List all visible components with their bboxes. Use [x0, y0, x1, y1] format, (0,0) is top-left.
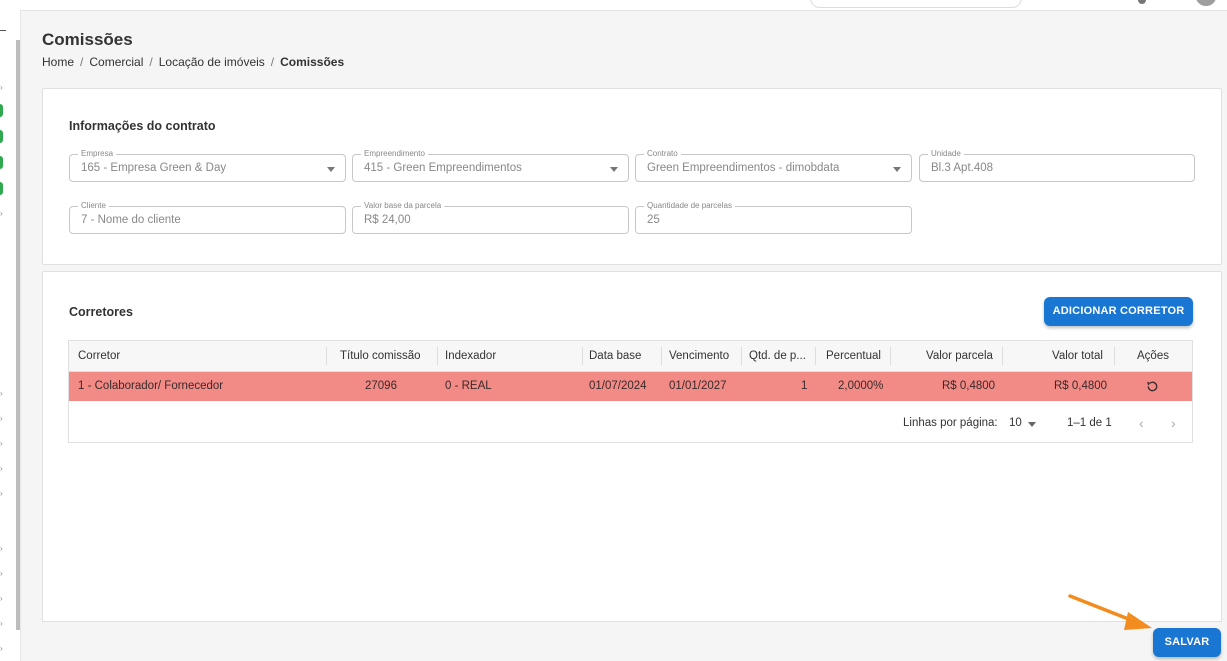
cell-indexador: 0 - REAL	[445, 380, 492, 392]
chevron-right-icon[interactable]: ›	[0, 570, 3, 578]
status-dot-icon	[0, 130, 3, 143]
valor-base-value: R$ 24,00	[364, 214, 411, 226]
contrato-value: Green Empreendimentos - dimobdata	[647, 162, 840, 174]
empresa-select[interactable]: Empresa 165 - Empresa Green & Day	[69, 148, 346, 182]
col-corretor[interactable]: Corretor	[78, 341, 120, 371]
unidade-field[interactable]: Unidade Bl.3 Apt.408	[919, 148, 1195, 182]
chevron-right-icon[interactable]: ›	[0, 645, 3, 653]
contrato-label: Contrato	[644, 148, 681, 160]
empresa-value: 165 - Empresa Green & Day	[81, 162, 227, 174]
contrato-select[interactable]: Contrato Green Empreendimentos - dimobda…	[635, 148, 912, 182]
brokers-table: Corretor Título comissão Indexador Data …	[68, 340, 1193, 443]
cliente-label: Cliente	[78, 200, 109, 212]
brokers-section-title: Corretores	[69, 305, 133, 319]
col-indexador[interactable]: Indexador	[445, 341, 496, 371]
empreendimento-label: Empreendimento	[361, 148, 428, 160]
chevron-right-icon[interactable]: ›	[0, 490, 3, 498]
breadcrumb-current: Comissões	[280, 55, 345, 69]
col-titulo-comissao[interactable]: Título comissão	[340, 341, 421, 371]
cell-percentual: 2,0000%	[838, 380, 884, 392]
chevron-down-icon[interactable]	[893, 167, 901, 172]
cell-vencimento: 01/01/2027	[669, 380, 727, 392]
quantidade-parcelas-field[interactable]: Quantidade de parcelas 25	[635, 200, 912, 234]
cell-titulo: 27096	[365, 380, 397, 392]
contract-info-card: Informações do contrato Empresa 165 - Em…	[42, 88, 1222, 265]
cliente-field[interactable]: Cliente 7 - Nome do cliente	[69, 200, 346, 234]
cliente-value: 7 - Nome do cliente	[81, 214, 181, 226]
chevron-right-icon[interactable]: ›	[0, 545, 3, 553]
valor-base-label: Valor base da parcela	[361, 200, 445, 212]
rows-per-page-select[interactable]: 10	[1009, 417, 1022, 429]
cell-valor-parcela: R$ 0,4800	[942, 380, 996, 392]
status-dot-icon	[0, 182, 3, 195]
chevron-right-icon[interactable]: ›	[0, 390, 3, 398]
pagination-range: 1–1 de 1	[1067, 417, 1112, 429]
empresa-label: Empresa	[78, 148, 117, 160]
col-valor-total[interactable]: Valor total	[1052, 341, 1103, 371]
top-bar	[20, 0, 1227, 11]
table-header: Corretor Título comissão Indexador Data …	[69, 341, 1192, 372]
annotation-arrow-icon	[1068, 594, 1152, 630]
chevron-right-icon[interactable]: ›	[0, 84, 3, 92]
cell-qtd: 1	[801, 380, 808, 392]
status-dot-icon	[0, 104, 3, 117]
cell-valor-total: R$ 0,4800	[1054, 380, 1108, 392]
quantidade-parcelas-label: Quantidade de parcelas	[644, 200, 735, 212]
rows-per-page-label: Linhas por página:	[903, 417, 998, 429]
chevron-down-icon[interactable]	[1028, 422, 1036, 427]
sidebar-scrollbar[interactable]	[16, 40, 20, 630]
col-valor-parcela[interactable]: Valor parcela	[926, 341, 993, 371]
col-acoes: Ações	[1137, 350, 1169, 362]
cell-corretor: 1 - Colaborador/ Fornecedor	[78, 380, 224, 392]
chevron-right-icon[interactable]: ›	[0, 210, 3, 218]
chevron-right-icon[interactable]: ›	[0, 440, 3, 448]
col-percentual[interactable]: Percentual	[826, 341, 881, 371]
empreendimento-value: 415 - Green Empreendimentos	[364, 162, 522, 174]
unidade-label: Unidade	[928, 148, 964, 160]
breadcrumb-comercial[interactable]: Comercial	[89, 55, 143, 69]
col-qtd-parcelas[interactable]: Qtd. de p...	[749, 341, 806, 371]
col-vencimento[interactable]: Vencimento	[669, 341, 729, 371]
chevron-right-icon[interactable]: ›	[0, 595, 3, 603]
next-page-icon[interactable]: ›	[1171, 415, 1176, 431]
notification-icon[interactable]	[1138, 0, 1146, 4]
page-title: Comissões	[42, 30, 133, 49]
breadcrumb-locacao[interactable]: Locação de imóveis	[159, 55, 265, 69]
valor-base-field[interactable]: Valor base da parcela R$ 24,00	[352, 200, 629, 234]
breadcrumb-home[interactable]: Home	[42, 55, 74, 69]
contract-section-title: Informações do contrato	[69, 119, 216, 133]
refresh-icon[interactable]	[1145, 379, 1160, 394]
sidebar-collapse-dash[interactable]	[0, 30, 6, 31]
status-dot-icon	[0, 156, 3, 169]
chevron-right-icon[interactable]: ›	[0, 415, 3, 423]
col-data-base[interactable]: Data base	[589, 341, 641, 371]
chevron-right-icon[interactable]: ›	[0, 620, 3, 628]
chevron-down-icon[interactable]	[610, 167, 618, 172]
breadcrumb: Home / Comercial / Locação de imóveis / Comiss…	[42, 55, 345, 69]
cell-data-base: 01/07/2024	[589, 380, 647, 392]
save-button[interactable]: SALVAR	[1153, 628, 1221, 657]
chevron-right-icon[interactable]: ›	[0, 465, 3, 473]
chevron-down-icon[interactable]	[327, 167, 335, 172]
sidebar: › › › › › › › › › › › ›	[0, 0, 21, 661]
previous-page-icon[interactable]: ‹	[1139, 415, 1144, 431]
avatar[interactable]	[1196, 0, 1216, 6]
table-row[interactable]: 1 - Colaborador/ Fornecedor 27096 0 - RE…	[69, 372, 1192, 401]
unidade-value: Bl.3 Apt.408	[931, 162, 994, 174]
quantidade-parcelas-value: 25	[647, 214, 660, 226]
empreendimento-select[interactable]: Empreendimento 415 - Green Empreendiment…	[352, 148, 629, 182]
add-broker-button[interactable]: ADICIONAR CORRETOR	[1044, 297, 1193, 326]
search-input[interactable]	[810, 0, 1022, 8]
